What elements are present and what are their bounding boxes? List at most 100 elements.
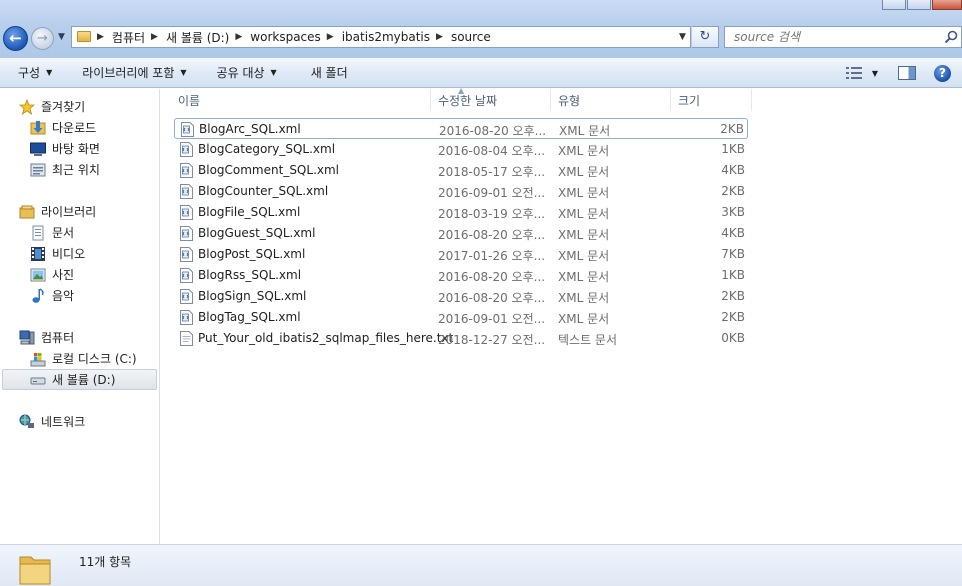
column-header-type[interactable]: 유형: [551, 89, 671, 111]
column-header-label: 유형: [558, 93, 581, 108]
file-name: BlogCategory_SQL.xml: [198, 142, 336, 156]
file-name: BlogArc_SQL.xml: [199, 122, 301, 136]
forward-button[interactable]: →: [31, 27, 54, 50]
view-controls: ▼ ?: [845, 58, 962, 88]
nav-computer[interactable]: 컴퓨터: [19, 327, 176, 348]
breadcrumb-separator-icon[interactable]: ▶: [235, 32, 242, 42]
file-date: 2017-01-26 오후...: [438, 249, 546, 263]
include-in-library-menu[interactable]: 라이브러리에 포함 ▼: [75, 58, 193, 88]
file-name: BlogSign_SQL.xml: [198, 289, 307, 303]
nav-item-label: 음악: [52, 289, 75, 303]
nav-libraries-label: 라이브러리: [41, 205, 97, 219]
nav-item-label: 새 볼륨 (D:): [52, 373, 116, 387]
music-icon: [32, 287, 44, 303]
new-folder-label: 새 폴더: [310, 66, 348, 80]
file-row[interactable]: Put_Your_old_ibatis2_sqlmap_files_here.t…: [174, 328, 748, 349]
file-name: BlogPost_SQL.xml: [198, 247, 306, 261]
refresh-button[interactable]: ↻: [692, 26, 719, 48]
share-with-menu[interactable]: 공유 대상 ▼: [210, 58, 284, 88]
breadcrumb-separator-icon[interactable]: ▶: [97, 32, 104, 42]
file-name: BlogCounter_SQL.xml: [198, 184, 329, 198]
file-row[interactable]: BlogArc_SQL.xml 2016-08-20 오후... XML 문서 2KB: [174, 118, 748, 139]
file-row[interactable]: BlogTag_SQL.xml 2016-09-01 오전... XML 문서 2KB: [174, 307, 748, 328]
view-options-dropdown-icon[interactable]: ▼: [872, 69, 878, 78]
file-name: BlogTag_SQL.xml: [198, 310, 301, 324]
column-header-size[interactable]: 크기: [671, 89, 752, 111]
file-size: 1KB: [721, 142, 745, 156]
file-type: XML 문서: [558, 186, 610, 200]
file-row[interactable]: BlogFile_SQL.xml 2018-03-19 오후... XML 문서 3K…: [174, 202, 748, 223]
item-count: 11개 항목: [79, 555, 132, 569]
file-size: 1KB: [721, 268, 745, 282]
file-row[interactable]: BlogComment_SQL.xml 2018-05-17 오후... XML 문…: [174, 160, 748, 181]
back-button[interactable]: ←: [3, 26, 28, 51]
xml-file-icon: [180, 226, 193, 241]
forward-arrow-icon: →: [37, 31, 48, 46]
help-icon[interactable]: ?: [934, 64, 951, 82]
history-dropdown-icon[interactable]: ▼: [58, 32, 65, 42]
command-bar: 구성 ▼ 라이브러리에 포함 ▼ 공유 대상 ▼ 새 폴더 ▼ ?: [0, 58, 962, 88]
breadcrumb-source[interactable]: source: [451, 30, 491, 44]
text-file-icon: [180, 331, 193, 346]
file-row[interactable]: BlogCounter_SQL.xml 2016-09-01 오전... XML 문…: [174, 181, 748, 202]
nav-libraries[interactable]: 라이브러리: [19, 201, 176, 222]
file-size: 0KB: [721, 331, 745, 345]
nav-network[interactable]: 네트워크: [19, 411, 176, 432]
column-header-modified[interactable]: 수정한 날짜: [431, 89, 551, 111]
file-type: XML 문서: [559, 124, 611, 138]
file-row[interactable]: BlogCategory_SQL.xml 2016-08-04 오후... XML …: [174, 139, 748, 160]
nav-favorites[interactable]: 즐겨찾기: [19, 96, 176, 117]
column-header-label: 이름: [178, 93, 201, 108]
nav-network-label: 네트워크: [41, 415, 86, 429]
breadcrumb-separator-icon[interactable]: ▶: [151, 32, 158, 42]
breadcrumb-ibatis2mybatis[interactable]: ibatis2mybatis: [342, 30, 430, 44]
nav-item-label: 다운로드: [52, 121, 97, 135]
breadcrumb-workspaces[interactable]: workspaces: [250, 30, 321, 44]
file-type: XML 문서: [558, 249, 610, 263]
column-header-name[interactable]: 이름: [171, 89, 431, 111]
search-box[interactable]: [724, 26, 962, 48]
file-date: 2016-08-20 오후...: [438, 270, 546, 284]
title-bar: ← → ▼ ▶ 컴퓨터 ▶ 새 볼륨 (D:) ▶ workspaces ▶ i…: [0, 0, 962, 58]
minimize-button[interactable]: [882, 0, 906, 10]
nav-item-label: 로컬 디스크 (C:): [52, 352, 137, 366]
preview-pane-icon[interactable]: [898, 66, 916, 80]
search-input[interactable]: [734, 30, 934, 44]
search-icon[interactable]: [944, 30, 958, 44]
breadcrumb-drive-d[interactable]: 새 볼륨 (D:): [166, 29, 229, 46]
close-button[interactable]: [932, 0, 962, 10]
chevron-down-icon: ▼: [46, 68, 53, 77]
column-header-label: 크기: [678, 93, 701, 108]
file-row[interactable]: BlogRss_SQL.xml 2016-08-20 오후... XML 문서 1KB: [174, 265, 748, 286]
address-dropdown-icon[interactable]: ▼: [674, 32, 690, 42]
file-date: 2016-09-01 오전...: [438, 312, 546, 326]
navigation-pane: 즐겨찾기 다운로드 바탕 화면 최근 위치 라이브러리 문서 비디오 사진 음악…: [0, 89, 160, 544]
xml-file-icon: [181, 122, 194, 137]
xml-file-icon: [180, 247, 193, 262]
file-name: BlogComment_SQL.xml: [198, 163, 340, 177]
maximize-button[interactable]: [907, 0, 931, 10]
breadcrumb-computer[interactable]: 컴퓨터: [112, 29, 145, 46]
pictures-icon: [30, 268, 46, 281]
file-row[interactable]: BlogSign_SQL.xml 2016-08-20 오후... XML 문서 2K…: [174, 286, 748, 307]
chevron-down-icon: ▼: [180, 68, 187, 77]
desktop-icon: [30, 142, 46, 156]
network-icon: [19, 414, 34, 428]
file-size: 4KB: [721, 163, 745, 177]
address-bar[interactable]: ▶ 컴퓨터 ▶ 새 볼륨 (D:) ▶ workspaces ▶ ibatis2…: [71, 26, 691, 48]
organize-menu[interactable]: 구성 ▼: [11, 58, 59, 88]
nav-item-label: 사진: [52, 268, 75, 282]
file-row[interactable]: BlogGuest_SQL.xml 2016-08-20 오후... XML 문서 4…: [174, 223, 748, 244]
drive-icon: [30, 377, 46, 384]
file-date: 2018-03-19 오후...: [438, 207, 546, 221]
view-options-icon[interactable]: [845, 67, 862, 79]
recent-places-icon: [30, 163, 46, 176]
breadcrumb-separator-icon[interactable]: ▶: [436, 32, 443, 42]
breadcrumb-separator-icon[interactable]: ▶: [327, 32, 334, 42]
nav-favorites-label: 즐겨찾기: [41, 100, 86, 114]
organize-label: 구성: [18, 66, 41, 80]
nav-item-volume-d[interactable]: 새 볼륨 (D:): [2, 369, 157, 390]
computer-icon: [19, 330, 35, 344]
new-folder-button[interactable]: 새 폴더: [304, 58, 355, 88]
file-row[interactable]: BlogPost_SQL.xml 2017-01-26 오후... XML 문서 7K…: [174, 244, 748, 265]
